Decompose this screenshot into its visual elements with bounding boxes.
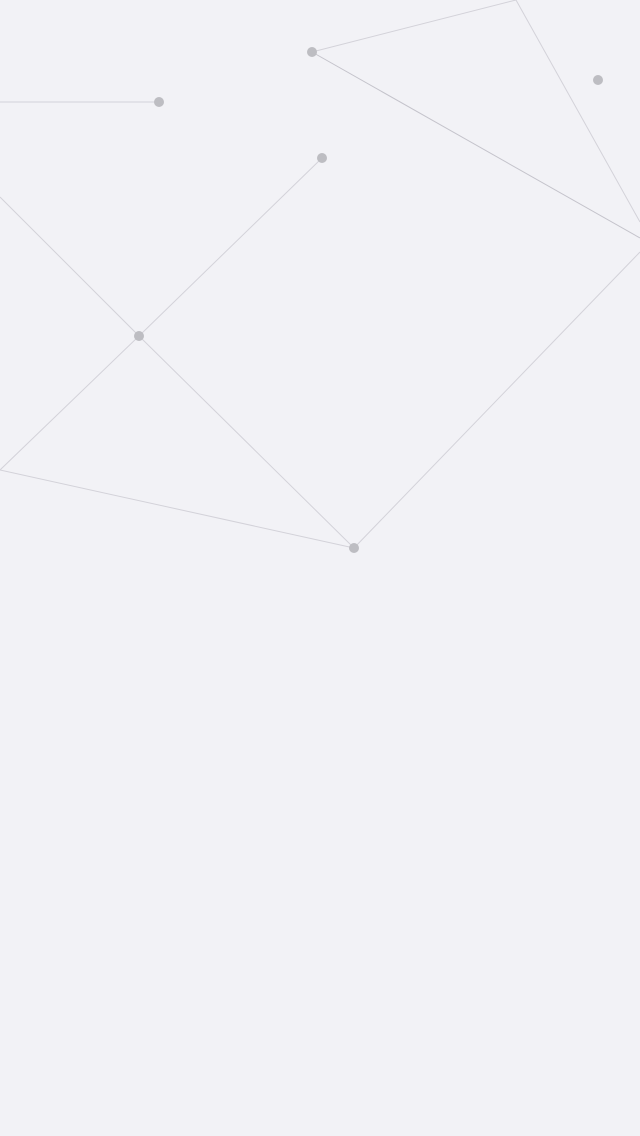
network-node <box>349 543 359 553</box>
network-link <box>0 196 140 337</box>
network-link <box>311 51 640 239</box>
particle-network <box>0 0 640 553</box>
network-link <box>311 0 517 53</box>
network-node <box>134 331 144 341</box>
network-link <box>0 335 140 471</box>
network-node <box>154 97 164 107</box>
network-link <box>138 157 323 337</box>
network-link <box>353 251 640 549</box>
network-links <box>0 0 640 549</box>
network-node <box>317 153 327 163</box>
network-link <box>515 0 640 223</box>
network-link <box>138 335 355 549</box>
network-node <box>593 75 603 85</box>
network-node <box>307 47 317 57</box>
network-nodes <box>134 47 603 553</box>
network-link <box>0 469 355 549</box>
background-screen <box>0 0 640 1136</box>
